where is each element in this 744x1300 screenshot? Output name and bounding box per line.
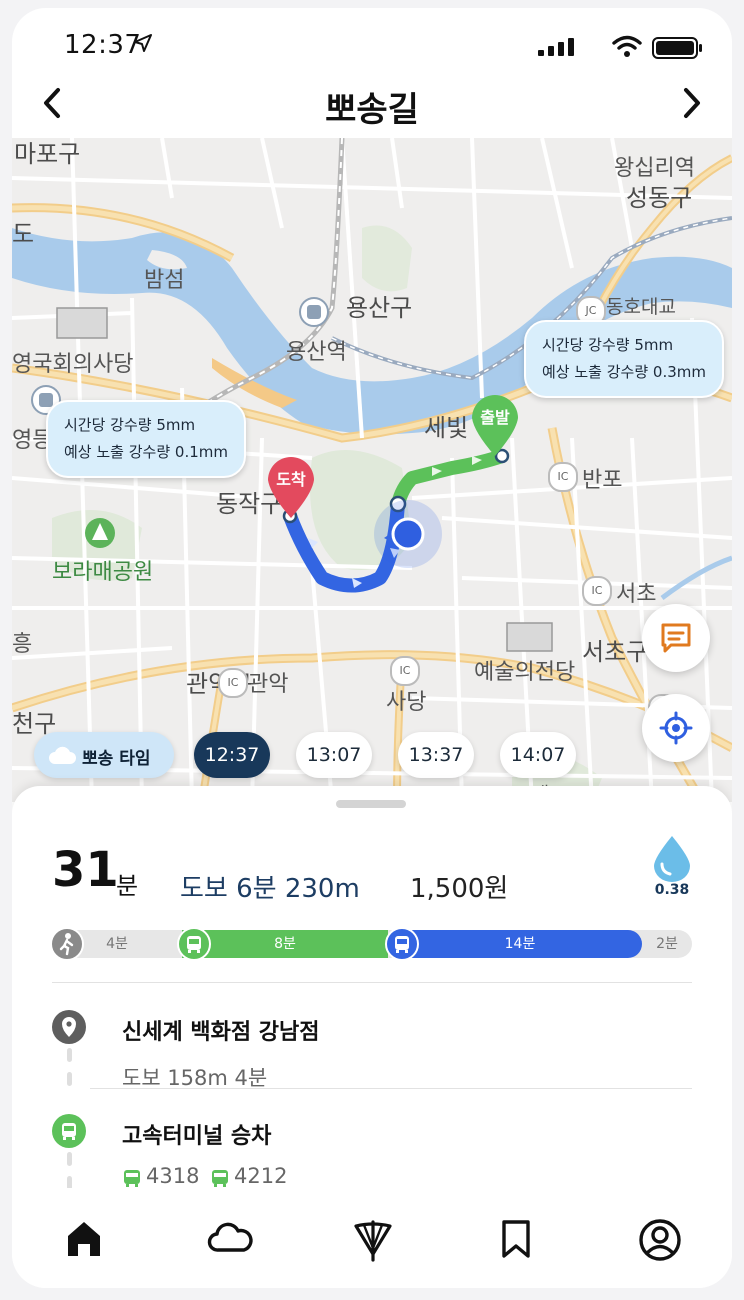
rain-expected: 예상 노출 강수량 0.3mm	[542, 363, 706, 381]
divider	[90, 1088, 692, 1089]
walk-icon	[50, 927, 84, 961]
time-pill[interactable]: 12:37	[194, 732, 270, 778]
bus-stop-icon	[52, 1114, 86, 1148]
cloud-icon	[49, 746, 76, 764]
rain-expected: 예상 노출 강수량 0.1mm	[64, 443, 228, 461]
page-title: 뽀송길	[325, 90, 419, 130]
time-pill[interactable]: 14:07	[500, 732, 576, 778]
status-time: 12:37	[64, 30, 142, 60]
ic-marker: IC	[582, 576, 612, 606]
tab-profile[interactable]	[628, 1210, 688, 1270]
walk-summary: 도보 6분 230m	[180, 874, 360, 904]
map-label: 예술의전당	[474, 660, 576, 685]
bus-number[interactable]: 4318	[146, 1164, 199, 1188]
map-label: 성동구	[626, 184, 693, 212]
rain-exposure-value: 0.38	[654, 882, 690, 898]
ppang-time-label: 뽀송 타임	[82, 749, 151, 769]
phone-frame: 12:37 뽀송길 마포구 왕십리역 성동구 도 밤섬 용산구 용산역 동호대교…	[12, 8, 732, 1288]
ppang-time-button[interactable]: 뽀송 타임	[34, 732, 174, 778]
map-label: 용산역	[286, 340, 347, 365]
map-label: 흥	[12, 632, 33, 657]
bus-icon	[212, 1170, 228, 1187]
segment-bus-green: 8분	[182, 930, 388, 958]
total-duration: 31	[52, 842, 119, 898]
map-label: 용산구	[346, 294, 413, 322]
start-pin-label: 출발	[480, 408, 510, 427]
duration-unit: 분	[116, 872, 139, 900]
chat-icon	[661, 623, 691, 653]
status-bar: 12:37	[12, 8, 732, 70]
map-label: 서초	[616, 582, 657, 607]
segment-bus-blue: 14분	[398, 930, 642, 958]
raindrop-icon	[654, 836, 690, 882]
home-icon	[68, 1222, 100, 1256]
wifi-icon	[612, 35, 642, 57]
tab-bookmark[interactable]	[486, 1210, 546, 1270]
time-selector: 뽀송 타임 12:37 13:07 13:37 14:07	[12, 732, 732, 788]
tab-weather[interactable]	[196, 1210, 256, 1270]
segment-walk: 2분	[656, 936, 678, 952]
chevron-right-icon[interactable]	[678, 86, 706, 120]
time-pill[interactable]: 13:37	[398, 732, 474, 778]
start-pin[interactable]: 출발	[468, 392, 522, 458]
umbrella-icon	[354, 1220, 392, 1262]
tab-home[interactable]	[54, 1210, 114, 1270]
timeline-dash	[67, 1072, 72, 1086]
rain-hourly: 시간당 강수량 5mm	[64, 416, 196, 434]
timeline-dash	[67, 1048, 72, 1062]
timeline-dash	[67, 1152, 72, 1166]
place-pin-icon	[52, 1010, 86, 1044]
route-map[interactable]: 마포구 왕십리역 성동구 도 밤섬 용산구 용산역 동호대교 영국회의사당 세빛…	[12, 138, 732, 802]
battery-icon	[652, 37, 702, 59]
step-name[interactable]: 고속터미널 승차	[122, 1118, 271, 1150]
chat-button[interactable]	[642, 604, 710, 672]
tab-umbrella[interactable]	[342, 1210, 402, 1270]
bottom-tab-bar	[12, 1188, 732, 1288]
route-segment-bar: 4분 8분 14분 2분	[50, 927, 692, 961]
map-label: 보라매공원	[52, 560, 154, 585]
map-label: 서초구	[582, 638, 649, 666]
map-label: 영국회의사당	[12, 352, 134, 377]
top-header: 뽀송길	[12, 70, 732, 138]
route-detail-sheet[interactable]: 31 분 도보 6분 230m 1,500원 0.38 4분 8분 14분 2분…	[12, 786, 732, 1190]
map-label: 세빛	[424, 414, 469, 442]
location-arrow-icon	[134, 34, 152, 52]
profile-icon	[639, 1219, 681, 1261]
ic-marker: IC	[548, 462, 578, 492]
bus-icon	[124, 1170, 140, 1187]
time-pill[interactable]: 13:07	[296, 732, 372, 778]
map-label: 반포	[582, 468, 623, 493]
end-pin-label: 도착	[276, 470, 306, 489]
sheet-handle[interactable]	[336, 800, 406, 808]
bus-icon	[177, 927, 211, 961]
map-label: 관악	[248, 672, 289, 697]
map-label: 밤섬	[144, 268, 185, 293]
rain-info-bubble[interactable]: 시간당 강수량 5mm 예상 노출 강수량 0.3mm	[524, 320, 724, 398]
map-label: 동호대교	[606, 296, 676, 318]
map-label: 도	[12, 220, 35, 248]
map-label: 사당	[386, 690, 427, 715]
rain-hourly: 시간당 강수량 5mm	[542, 336, 674, 354]
step-name[interactable]: 신세계 백화점 강남점	[122, 1014, 319, 1046]
bus-number[interactable]: 4212	[234, 1164, 287, 1188]
cloud-icon	[207, 1222, 253, 1252]
end-pin[interactable]: 도착	[264, 454, 318, 520]
map-label: 마포구	[14, 140, 81, 168]
divider	[52, 982, 692, 983]
ic-marker: IC	[218, 668, 248, 698]
fare: 1,500원	[410, 874, 509, 904]
rain-info-bubble[interactable]: 시간당 강수량 5mm 예상 노출 강수량 0.1mm	[46, 400, 246, 478]
ic-marker: IC	[390, 656, 420, 686]
bookmark-icon	[502, 1220, 530, 1258]
signal-icon	[538, 38, 574, 56]
bus-icon	[385, 927, 419, 961]
